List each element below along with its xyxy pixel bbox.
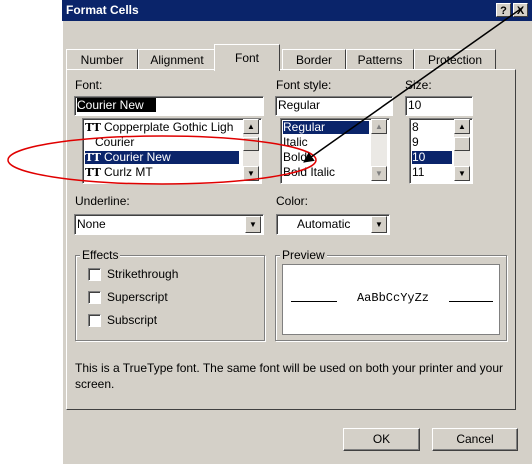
annotation-arrow: [303, 7, 523, 163]
highlight-ellipse: [7, 135, 317, 185]
annotation-overlay: [7, 7, 523, 185]
